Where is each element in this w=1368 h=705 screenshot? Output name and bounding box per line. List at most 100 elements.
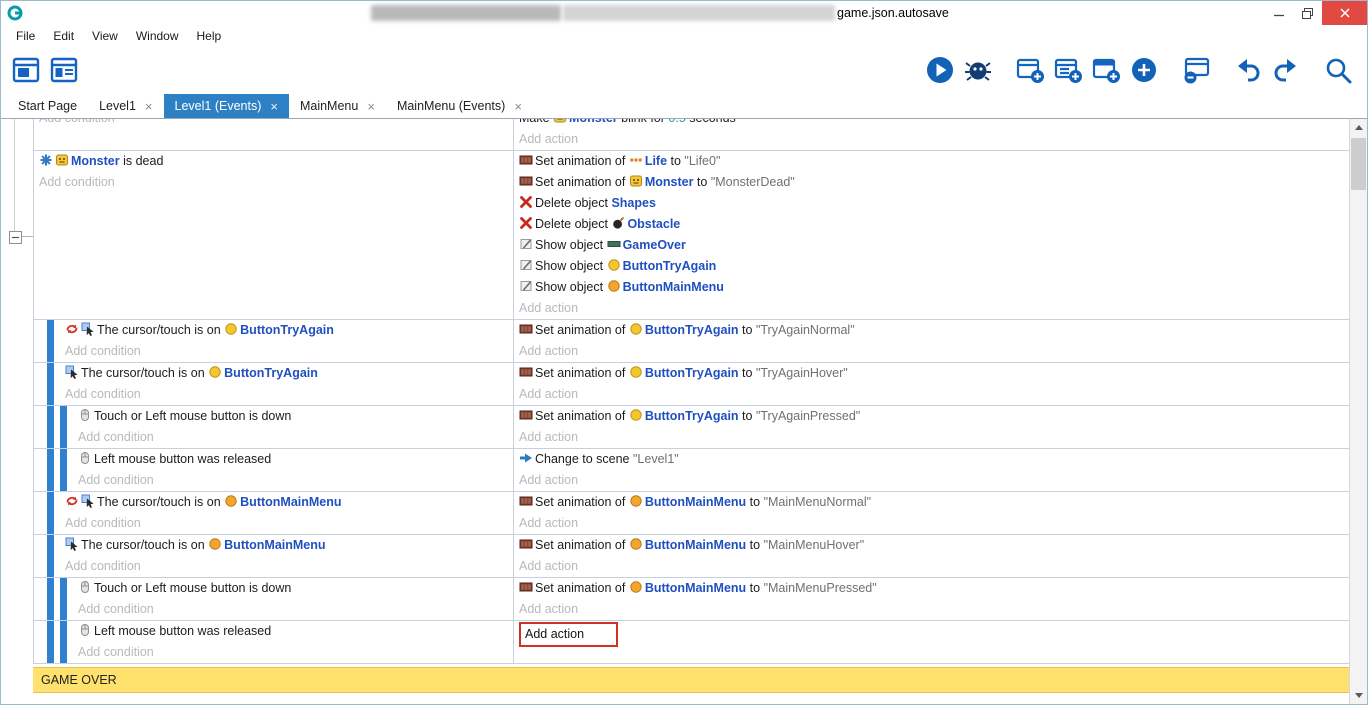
event-line: Left mouse button was released <box>73 621 513 642</box>
actions-cell[interactable]: Set animation of ButtonTryAgain to "TryA… <box>513 363 1352 405</box>
conditions-cell[interactable]: Add condition <box>34 119 513 150</box>
actions-cell[interactable]: Change to scene "Level1"Add action <box>513 449 1352 491</box>
add-comment-icon[interactable] <box>1091 55 1121 85</box>
collapse-event-icon[interactable] <box>9 231 22 244</box>
minimize-button[interactable] <box>1264 1 1293 25</box>
menu-file[interactable]: File <box>7 29 44 43</box>
add-link[interactable]: Add action <box>519 387 578 401</box>
add-link[interactable]: Add action <box>519 473 578 487</box>
static-text: Delete object <box>535 217 611 231</box>
restore-button[interactable] <box>1293 1 1322 25</box>
conditions-cell[interactable]: Touch or Left mouse button is downAdd co… <box>73 406 513 448</box>
event-line: Add action <box>514 341 1352 362</box>
undo-icon[interactable] <box>1233 55 1263 85</box>
add-link[interactable]: Add condition <box>65 387 141 401</box>
actions-cell[interactable]: Set animation of Life to "Life0"Set anim… <box>513 151 1352 319</box>
close-button[interactable] <box>1322 1 1367 25</box>
close-tab-icon[interactable]: × <box>514 100 522 113</box>
actions-cell[interactable]: Set animation of ButtonTryAgain to "TryA… <box>513 320 1352 362</box>
add-link[interactable]: Add condition <box>39 119 115 125</box>
actions-cell[interactable]: Set animation of ButtonMainMenu to "Main… <box>513 535 1352 577</box>
add-link[interactable]: Add action <box>519 344 578 358</box>
search-icon[interactable] <box>1323 55 1353 85</box>
static-text: to <box>746 495 763 509</box>
tab-level1[interactable]: Level1 × <box>88 94 163 118</box>
add-link[interactable]: Add condition <box>78 473 154 487</box>
tab-mainmenu-events[interactable]: MainMenu (Events) × <box>386 94 533 118</box>
events-sheet: Add condition Make Monster blink for 0.5 … <box>1 118 1352 704</box>
redacted-title-block <box>563 5 835 21</box>
event-line: Add action <box>514 556 1352 577</box>
add-object-icon[interactable] <box>1129 55 1159 85</box>
tab-start-page[interactable]: Start Page <box>7 94 88 118</box>
comment-row[interactable]: GAME OVER <box>33 667 1352 693</box>
conditions-cell[interactable]: Left mouse button was released Add condit… <box>73 621 513 663</box>
add-subevent-icon[interactable] <box>1053 55 1083 85</box>
static-text: to <box>667 154 684 168</box>
actions-cell[interactable]: Set animation of ButtonMainMenu to "Main… <box>513 578 1352 620</box>
close-tab-icon[interactable]: × <box>270 100 278 113</box>
add-action-link-highlighted[interactable]: Add action <box>519 622 618 647</box>
add-link[interactable]: Add condition <box>78 430 154 444</box>
animation-icon <box>519 537 535 551</box>
add-link[interactable]: Add condition <box>39 175 115 189</box>
add-event-icon[interactable] <box>1015 55 1045 85</box>
menu-window[interactable]: Window <box>127 29 188 43</box>
add-link[interactable]: Add action <box>519 516 578 530</box>
close-tab-icon[interactable]: × <box>145 100 153 113</box>
add-link[interactable]: Add condition <box>65 344 141 358</box>
subevent-indent-bar <box>47 320 54 362</box>
add-link[interactable]: Add condition <box>78 602 154 616</box>
vertical-scrollbar[interactable] <box>1349 118 1367 704</box>
object-name: ButtonMainMenu <box>645 495 746 509</box>
scroll-up-icon[interactable] <box>1350 119 1367 136</box>
subevent-indent-bar <box>47 621 54 663</box>
events-editor-icon[interactable] <box>49 55 79 85</box>
play-icon[interactable] <box>925 55 955 85</box>
conditions-cell[interactable]: The cursor/touch is on ButtonTryAgainAdd… <box>60 363 513 405</box>
actions-cell[interactable]: Set animation of ButtonMainMenu to "Main… <box>513 492 1352 534</box>
indent-spacer <box>34 449 47 491</box>
event-line: Add action <box>514 384 1352 405</box>
object-name: Life <box>645 154 667 168</box>
actions-cell[interactable]: Add action <box>513 621 1352 663</box>
event-options-icon[interactable] <box>1181 55 1211 85</box>
conditions-cell[interactable]: Touch or Left mouse button is down Add co… <box>73 578 513 620</box>
add-link[interactable]: Add action <box>519 559 578 573</box>
menu-help[interactable]: Help <box>188 29 231 43</box>
cursor-icon <box>65 537 81 551</box>
scroll-down-icon[interactable] <box>1350 687 1367 704</box>
event-row: Left mouse button was releasedAdd condit… <box>34 449 1352 492</box>
add-link[interactable]: Add action <box>519 301 578 315</box>
event-line: Add action <box>514 427 1352 448</box>
add-link[interactable]: Add condition <box>65 559 141 573</box>
tab-level1-events[interactable]: Level1 (Events) × <box>164 94 289 118</box>
indent-spacer <box>34 535 47 577</box>
add-link[interactable]: Add condition <box>65 516 141 530</box>
conditions-cell[interactable]: The cursor/touch is on ButtonMainMenuAdd… <box>60 535 513 577</box>
menu-edit[interactable]: Edit <box>44 29 83 43</box>
actions-cell[interactable]: Set animation of ButtonTryAgain to "TryA… <box>513 406 1352 448</box>
debug-icon[interactable] <box>963 55 993 85</box>
event-line: Touch or Left mouse button is down <box>73 578 513 599</box>
redo-icon[interactable] <box>1271 55 1301 85</box>
object-name: Obstacle <box>627 217 680 231</box>
close-tab-icon[interactable]: × <box>367 100 375 113</box>
conditions-cell[interactable]: Monster is deadAdd condition <box>34 151 513 319</box>
add-link[interactable]: Add action <box>519 132 578 146</box>
static-text: Set animation of <box>535 366 629 380</box>
menu-view[interactable]: View <box>83 29 127 43</box>
conditions-cell[interactable]: Left mouse button was releasedAdd condit… <box>73 449 513 491</box>
add-link[interactable]: Add action <box>519 602 578 616</box>
scrollbar-thumb[interactable] <box>1351 138 1366 190</box>
actions-cell[interactable]: Make Monster blink for 0.5 secondsAdd ac… <box>513 119 1352 150</box>
animation-icon <box>519 365 535 379</box>
tree-line <box>14 119 15 231</box>
tab-mainmenu[interactable]: MainMenu × <box>289 94 386 118</box>
conditions-cell[interactable]: The cursor/touch is on ButtonMainMenuAdd… <box>60 492 513 534</box>
scene-editor-icon[interactable] <box>11 55 41 85</box>
conditions-cell[interactable]: The cursor/touch is on ButtonTryAgainAdd… <box>60 320 513 362</box>
add-link[interactable]: Add condition <box>78 645 154 659</box>
static-text: Set animation of <box>535 538 629 552</box>
add-link[interactable]: Add action <box>519 430 578 444</box>
